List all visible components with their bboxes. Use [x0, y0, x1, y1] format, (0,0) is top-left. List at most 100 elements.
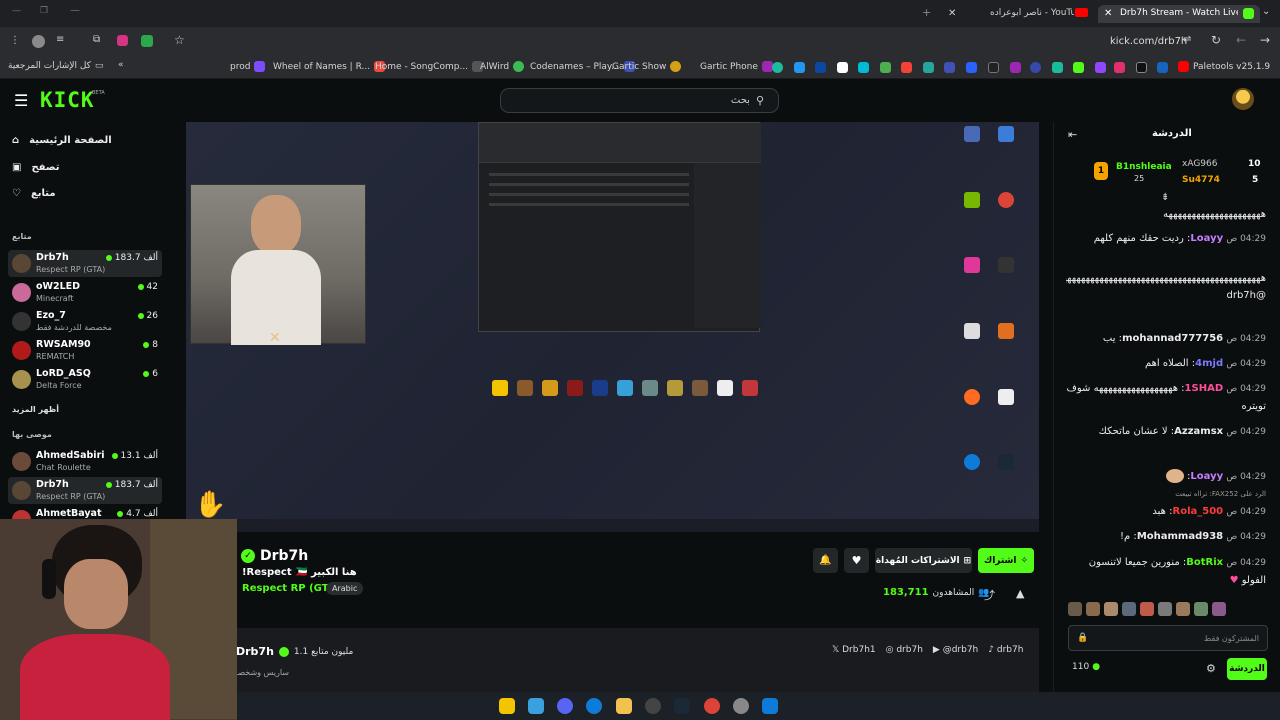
bookmark-favicon-icon[interactable] — [880, 62, 891, 73]
chat-send-button[interactable]: الدردشة — [1227, 658, 1267, 680]
bookmark-favicon-icon[interactable] — [794, 62, 805, 73]
follow-heart-button[interactable]: ♥ — [844, 548, 869, 573]
emote-icon[interactable] — [1122, 602, 1136, 616]
search-input[interactable]: بحث ⚲ — [500, 88, 779, 113]
new-tab-icon[interactable]: + — [922, 6, 931, 19]
channel-item[interactable]: AhmedSabiri Chat Roulette 13.1 ألف — [8, 448, 162, 475]
report-icon[interactable]: ▲ — [1016, 587, 1024, 600]
close-tab-icon[interactable]: ✕ — [948, 8, 956, 19]
bookmark-item[interactable]: Paletools v25.1.9 — [1178, 61, 1270, 72]
gift-subs-button[interactable]: الاشتراكات المُهداة ⊞ — [875, 548, 972, 573]
chrome-icon[interactable] — [704, 698, 720, 714]
channel-item[interactable]: oW2LED Minecraft 42 — [8, 279, 162, 306]
window-restore-icon[interactable]: ❐ — [40, 6, 48, 16]
bookmark-favicon-icon[interactable] — [988, 62, 999, 73]
close-tab-icon[interactable]: ✕ — [1104, 8, 1112, 19]
bookmark-favicon-icon[interactable] — [1030, 62, 1041, 73]
sidebar-item-home[interactable]: ⌂ الصفحة الرئيسية — [12, 135, 112, 146]
menu-dots-icon[interactable]: ⋮ — [10, 35, 20, 46]
bookmark-favicon-icon[interactable] — [772, 62, 783, 73]
show-more-link[interactable]: أظهر المزيد — [12, 405, 59, 414]
bookmark-item[interactable]: Wheel of Names | R... — [273, 61, 386, 72]
rockstar-icon[interactable] — [499, 698, 515, 714]
emote-icon[interactable] — [1140, 602, 1154, 616]
profile-icon[interactable] — [32, 35, 45, 48]
bookmark-item[interactable]: AlWird — [480, 61, 525, 72]
channel-name[interactable]: Drb7h — [260, 548, 308, 564]
bookmark-item[interactable]: Gartic Show — [612, 61, 682, 72]
bookmark-favicon-icon[interactable] — [966, 62, 977, 73]
bookmark-favicon-icon[interactable] — [1010, 62, 1021, 73]
emote-icon[interactable] — [1176, 602, 1190, 616]
chat-settings-icon[interactable]: ⚙ — [1206, 662, 1216, 675]
tiktok-link[interactable]: ♪ drb7h — [988, 645, 1023, 655]
bookmark-item[interactable]: Gartic Phone — [700, 61, 773, 72]
channel-item[interactable]: RWSAM90 REMATCH 8 — [8, 337, 162, 364]
site-settings-icon[interactable]: ⇌ — [1183, 34, 1191, 45]
all-bookmarks[interactable]: كل الإشارات المرجعية ▭ — [8, 61, 103, 71]
file-explorer-icon[interactable] — [616, 698, 632, 714]
address-bar[interactable]: kick.com/drb7h — [1110, 36, 1187, 47]
emote-icon[interactable] — [1194, 602, 1208, 616]
extension-icon[interactable] — [117, 35, 128, 46]
media-icon[interactable]: ≡ — [56, 34, 64, 45]
bookmark-item[interactable]: prod — [230, 61, 266, 72]
emote-icon[interactable] — [1086, 602, 1100, 616]
sidebar-item-following[interactable]: ♡ متابع — [12, 188, 56, 199]
user-avatar[interactable] — [1232, 88, 1254, 110]
bookmark-star-icon[interactable]: ☆ — [174, 33, 185, 47]
tab-kick[interactable]: ✕ Drb7h Stream - Watch Live on — [1098, 5, 1260, 23]
obs-icon[interactable] — [645, 698, 661, 714]
bookmark-favicon-icon[interactable] — [1136, 62, 1147, 73]
forward-icon[interactable]: ← — [1236, 33, 1246, 47]
app-icon[interactable] — [528, 698, 544, 714]
kick-logo[interactable]: KICK — [40, 88, 95, 112]
channel-points[interactable]: 110 ● — [1072, 662, 1100, 672]
instagram-link[interactable]: ◎ drb7h — [886, 645, 923, 655]
bookmark-favicon-icon[interactable] — [944, 62, 955, 73]
tab-youtube[interactable]: ✕ ناصر أبوعراده - YouTube — [942, 5, 1092, 23]
window-minimize-icon[interactable]: — — [12, 6, 21, 16]
youtube-link[interactable]: ▶ @drb7h — [933, 645, 978, 655]
x-link[interactable]: 𝕏 Drb7h1 — [832, 645, 876, 655]
tab-list-icon[interactable]: ⌄ — [1262, 6, 1270, 17]
bookmark-favicon-icon[interactable] — [901, 62, 912, 73]
bookmark-favicon-icon[interactable] — [923, 62, 934, 73]
reload-icon[interactable]: ↻ — [1211, 33, 1221, 47]
back-icon[interactable]: → — [1260, 33, 1270, 47]
bookmark-favicon-icon[interactable] — [1095, 62, 1106, 73]
sidebar-item-browse[interactable]: ▣ تصفح — [12, 162, 59, 173]
subscribe-button[interactable]: اشتراك ✧ — [978, 548, 1034, 573]
bookmark-favicon-icon[interactable] — [1157, 62, 1168, 73]
collapse-chat-icon[interactable]: ⇤ — [1068, 128, 1077, 141]
bookmark-favicon-icon[interactable] — [1114, 62, 1125, 73]
discord-icon[interactable] — [557, 698, 573, 714]
bookmark-favicon-icon[interactable] — [837, 62, 848, 73]
windows-start-icon[interactable] — [762, 698, 778, 714]
language-tag[interactable]: Arabic — [326, 582, 364, 595]
hamburger-menu-icon[interactable]: ☰ — [14, 91, 28, 110]
emote-icon[interactable] — [1158, 602, 1172, 616]
bookmark-favicon-icon[interactable] — [1073, 62, 1084, 73]
channel-item[interactable]: Drb7h Respect RP (GTA) 183.7 ألف — [8, 477, 162, 504]
steam-icon[interactable] — [674, 698, 690, 714]
emote-icon[interactable] — [1104, 602, 1118, 616]
video-player[interactable]: ✕ ✋ — [186, 122, 1039, 532]
channel-item[interactable]: LoRD_ASQ Delta Force 6 — [8, 366, 162, 393]
extensions-icon[interactable]: ⧉ — [93, 34, 100, 45]
emote-icon[interactable] — [1068, 602, 1082, 616]
extension-icon[interactable] — [141, 35, 153, 47]
chevron-icon[interactable]: « — [118, 60, 124, 70]
bookmark-item[interactable]: Home - SongComp... — [375, 61, 484, 72]
notification-button[interactable]: 🔔 — [813, 548, 838, 573]
channel-item[interactable]: Ezo_7 مخصصة للدردشة فقط 26 — [8, 308, 162, 335]
bookmark-favicon-icon[interactable] — [815, 62, 826, 73]
channel-item[interactable]: Drb7h Respect RP (GTA) 183.7 ألف — [8, 250, 162, 277]
emote-icon[interactable] — [1212, 602, 1226, 616]
window-close-icon[interactable]: — — [70, 5, 80, 16]
settings-icon[interactable] — [733, 698, 749, 714]
bookmark-favicon-icon[interactable] — [858, 62, 869, 73]
expand-leaderboard-icon[interactable]: ⇟ — [1161, 192, 1169, 203]
edge-icon[interactable] — [586, 698, 602, 714]
chat-input[interactable]: 🔒 المشتركون فقط — [1068, 625, 1268, 651]
